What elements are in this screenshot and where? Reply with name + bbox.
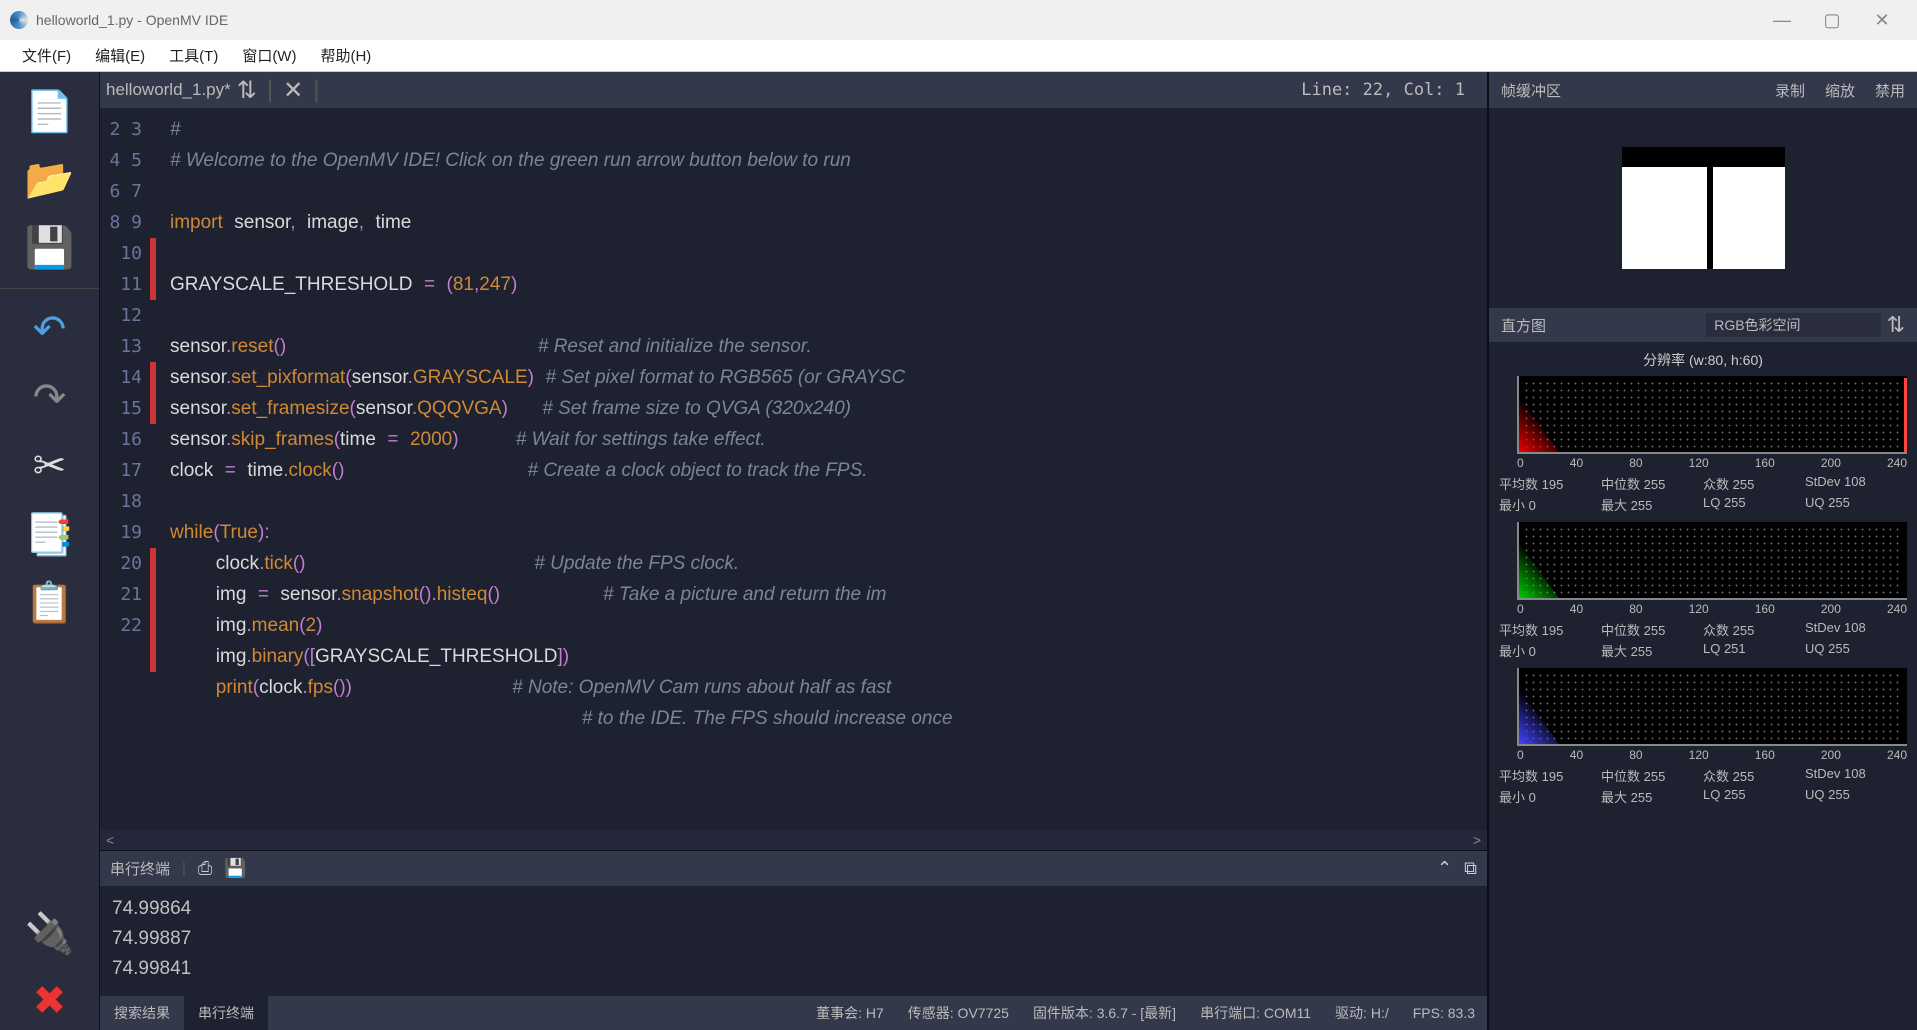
stat-r-max: 最大 255: [1601, 495, 1703, 514]
line-gutter: 2 3 4 5 6 7 8 9 10 11 12 13 14 15 16 17 …: [100, 108, 150, 830]
terminal-clear-icon[interactable]: ⎙: [198, 858, 212, 879]
colorspace-select[interactable]: RGB色彩空间: [1706, 313, 1880, 337]
terminal-line: 74.99841: [112, 954, 1475, 984]
minimize-button[interactable]: —: [1757, 0, 1807, 40]
framebuffer-view[interactable]: [1489, 108, 1917, 308]
bottom-tab-bar: 搜索结果 串行终端 董事会: H7 传感器: OV7725 固件版本: 3.6.…: [100, 996, 1487, 1030]
stat-g-max: 最大 255: [1601, 641, 1703, 660]
terminal-collapse-icon[interactable]: ⌃: [1437, 858, 1452, 879]
close-window-button[interactable]: ✕: [1857, 0, 1907, 40]
stat-r-min: 最小 0: [1499, 495, 1601, 514]
histogram-plot-r: [1517, 376, 1907, 454]
terminal-header: 串行终端 | ⎙ 💾 ⌃ ⧉: [100, 850, 1487, 886]
stat-b-stdev: StDev 108: [1805, 766, 1907, 785]
framebuffer-header: 帧缓冲区 录制 缩放 禁用: [1489, 72, 1917, 108]
fb-zoom-button[interactable]: 缩放: [1825, 80, 1855, 101]
code-area[interactable]: # # Welcome to the OpenMV IDE! Click on …: [160, 108, 1487, 830]
menu-bar: 文件(F) 编辑(E) 工具(T) 窗口(W) 帮助(H): [0, 40, 1917, 72]
undo-button[interactable]: ↶: [20, 301, 80, 359]
open-file-button[interactable]: 📂: [20, 150, 80, 208]
terminal-title: 串行终端: [110, 858, 170, 879]
stat-b-lq: LQ 255: [1703, 787, 1805, 806]
app-logo-icon: [10, 11, 28, 29]
tab-serial-terminal[interactable]: 串行终端: [184, 996, 268, 1030]
fb-record-button[interactable]: 录制: [1775, 80, 1805, 101]
editor-hscroll[interactable]: <>: [100, 830, 1487, 850]
histogram-resolution: 分辨率 (w:80, h:60): [1499, 350, 1907, 370]
framebuffer-title: 帧缓冲区: [1501, 80, 1561, 101]
tab-search-results[interactable]: 搜索结果: [100, 996, 184, 1030]
status-board: 董事会: H7: [804, 1003, 896, 1023]
paste-button[interactable]: 📋: [20, 573, 80, 631]
histogram-channel-g: 04080120160200240 平均数 195 中位数 255 众数 255…: [1499, 522, 1907, 660]
histogram-title: 直方图: [1501, 315, 1546, 336]
terminal-line: 74.99864: [112, 894, 1475, 924]
maximize-button[interactable]: ▢: [1807, 0, 1857, 40]
stat-r-mean: 平均数 195: [1499, 474, 1601, 493]
stat-g-min: 最小 0: [1499, 641, 1601, 660]
terminal-popout-icon[interactable]: ⧉: [1464, 858, 1477, 879]
terminal-save-icon[interactable]: 💾: [224, 858, 246, 879]
stop-button[interactable]: ✖: [20, 972, 80, 1030]
stat-r-uq: UQ 255: [1805, 495, 1907, 514]
left-toolbar: 📄 📂 💾 ↶ ↷ ✂ 📑 📋 🔌 ✖: [0, 72, 100, 1030]
fb-disable-button[interactable]: 禁用: [1875, 80, 1905, 101]
menu-help[interactable]: 帮助(H): [308, 41, 383, 70]
histogram-channel-r: 04080120160200240 平均数 195 中位数 255 众数 255…: [1499, 376, 1907, 514]
tab-switch-icon[interactable]: ⇅: [237, 76, 257, 105]
menu-file[interactable]: 文件(F): [10, 41, 83, 70]
stat-g-lq: LQ 251: [1703, 641, 1805, 660]
stat-b-max: 最大 255: [1601, 787, 1703, 806]
stat-b-mean: 平均数 195: [1499, 766, 1601, 785]
window-title: helloworld_1.py - OpenMV IDE: [36, 12, 228, 28]
editor-tab-bar: helloworld_1.py* ⇅ | ✕ | Line: 22, Col: …: [100, 72, 1487, 108]
new-file-button[interactable]: 📄: [20, 82, 80, 140]
stat-r-lq: LQ 255: [1703, 495, 1805, 514]
menu-window[interactable]: 窗口(W): [230, 41, 308, 70]
status-firmware: 固件版本: 3.6.7 - [最新]: [1021, 1003, 1188, 1023]
stat-r-median: 中位数 255: [1601, 474, 1703, 493]
menu-tools[interactable]: 工具(T): [157, 41, 230, 70]
stat-g-median: 中位数 255: [1601, 620, 1703, 639]
menu-edit[interactable]: 编辑(E): [83, 41, 157, 70]
stat-r-mode: 众数 255: [1703, 474, 1805, 493]
window-titlebar: helloworld_1.py - OpenMV IDE — ▢ ✕: [0, 0, 1917, 40]
cut-button[interactable]: ✂: [20, 437, 80, 495]
stat-g-stdev: StDev 108: [1805, 620, 1907, 639]
stat-b-median: 中位数 255: [1601, 766, 1703, 785]
stat-b-uq: UQ 255: [1805, 787, 1907, 806]
colorspace-dropdown-icon[interactable]: ⇅: [1887, 312, 1905, 338]
stat-g-mean: 平均数 195: [1499, 620, 1601, 639]
stat-g-uq: UQ 255: [1805, 641, 1907, 660]
terminal-line: 74.99887: [112, 924, 1475, 954]
code-editor[interactable]: 2 3 4 5 6 7 8 9 10 11 12 13 14 15 16 17 …: [100, 108, 1487, 830]
stat-b-mode: 众数 255: [1703, 766, 1805, 785]
histogram-body: 分辨率 (w:80, h:60) 04080120160200240 平均数 1…: [1489, 342, 1917, 1030]
stat-r-stdev: StDev 108: [1805, 474, 1907, 493]
cursor-position: Line: 22, Col: 1: [1301, 80, 1465, 100]
tab-filename[interactable]: helloworld_1.py*: [106, 80, 231, 100]
change-marks: [150, 108, 160, 830]
stat-g-mode: 众数 255: [1703, 620, 1805, 639]
histogram-plot-g: [1517, 522, 1907, 600]
serial-terminal[interactable]: 74.99864 74.99887 74.99841: [100, 886, 1487, 996]
histogram-channel-b: 04080120160200240 平均数 195 中位数 255 众数 255…: [1499, 668, 1907, 806]
copy-button[interactable]: 📑: [20, 505, 80, 563]
stat-b-min: 最小 0: [1499, 787, 1601, 806]
status-port: 串行端口: COM11: [1188, 1003, 1323, 1023]
framebuffer-image: [1622, 147, 1785, 269]
center-area: helloworld_1.py* ⇅ | ✕ | Line: 22, Col: …: [100, 72, 1487, 1030]
connect-button[interactable]: 🔌: [20, 904, 80, 962]
status-fps: FPS: 83.3: [1401, 1005, 1487, 1021]
tab-close-icon[interactable]: ✕: [283, 76, 303, 105]
save-file-button[interactable]: 💾: [20, 218, 80, 276]
right-panel: 帧缓冲区 录制 缩放 禁用 直方图 RGB色彩空间 ⇅ 分辨率 (w:80, h…: [1487, 72, 1917, 1030]
redo-button[interactable]: ↷: [20, 369, 80, 427]
status-drive: 驱动: H:/: [1323, 1003, 1401, 1023]
histogram-plot-b: [1517, 668, 1907, 746]
histogram-header: 直方图 RGB色彩空间 ⇅: [1489, 308, 1917, 342]
status-sensor: 传感器: OV7725: [896, 1003, 1021, 1023]
